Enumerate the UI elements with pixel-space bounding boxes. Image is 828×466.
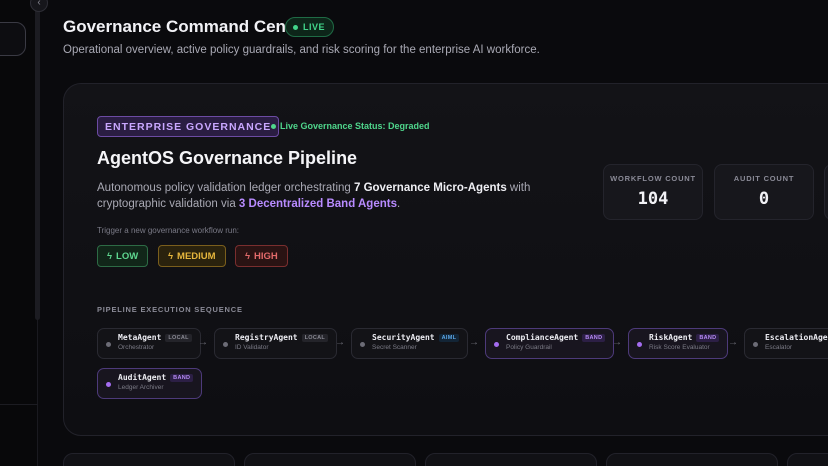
agent-name: EscalationAgent (765, 333, 828, 342)
agent-tag: LOCAL (165, 333, 192, 342)
agent-node-risk[interactable]: RiskAgent BAND Risk Score Evaluator (628, 328, 729, 359)
agent-name: RegistryAgent (235, 333, 298, 342)
agent-tag: LOCAL (301, 333, 329, 342)
arrow-right-icon: → (335, 337, 345, 348)
agent-status-dot-icon (223, 342, 228, 347)
trigger-label: Trigger a new governance workflow run: (97, 226, 239, 235)
agent-status-dot-icon (494, 342, 499, 347)
pipeline-title: AgentOS Governance Pipeline (97, 148, 358, 168)
agent-node-audit[interactable]: AuditAgent BAND Ledger Archiver (97, 368, 203, 399)
workflow-count-card: WORKFLOW COUNT 104 (603, 164, 703, 220)
sidebar-nav-item[interactable] (0, 22, 26, 56)
enterprise-governance-badge: ENTERPRISE GOVERNANCE (97, 116, 280, 137)
live-badge: LIVE (285, 17, 335, 37)
audit-count-card: AUDIT COUNT 0 (714, 164, 814, 220)
arrow-right-icon: → (198, 337, 208, 348)
arrow-right-icon: → (728, 337, 738, 348)
trigger-high-button[interactable]: ϟ HIGH (235, 245, 288, 267)
governance-status: Live Governance Status: Degraded (271, 121, 430, 131)
sequence-label: PIPELINE EXECUTION SEQUENCE (97, 305, 243, 314)
agent-status-dot-icon (106, 342, 111, 347)
agent-node-registry[interactable]: RegistryAgent LOCAL ID Validator (214, 328, 338, 359)
agent-name: RiskAgent (649, 333, 693, 342)
agent-role: Risk Score Evaluator (649, 344, 710, 351)
pipeline-description: Autonomous policy validation ledger orch… (97, 180, 537, 212)
live-badge-label: LIVE (303, 22, 326, 32)
summary-card (425, 453, 597, 466)
agent-node-escalation[interactable]: EscalationAgent Escalator (744, 328, 828, 359)
page-subtitle: Operational overview, active policy guar… (63, 44, 540, 56)
summary-card (787, 453, 828, 466)
bolt-icon: ϟ (245, 250, 251, 262)
live-dot-icon (293, 24, 298, 30)
arrow-right-icon: → (612, 337, 622, 348)
agent-node-security[interactable]: SecurityAgent AIML Secret Scanner (351, 328, 469, 359)
agent-name: SecurityAgent (372, 333, 435, 342)
audit-count-label: AUDIT COUNT (733, 174, 795, 183)
agent-status-dot-icon (360, 342, 365, 347)
agent-role: Orchestrator (118, 344, 155, 351)
summary-card (63, 453, 235, 466)
sidebar-divider (0, 404, 38, 405)
trigger-high-label: HIGH (254, 250, 278, 262)
agent-role: Secret Scanner (372, 344, 417, 351)
trigger-low-button[interactable]: ϟ LOW (97, 245, 149, 267)
bolt-icon: ϟ (168, 250, 174, 262)
status-dot-icon (271, 123, 276, 129)
summary-card (606, 453, 778, 466)
summary-card (244, 453, 416, 466)
trigger-medium-button[interactable]: ϟ MEDIUM (158, 245, 226, 267)
agent-tag: BAND (696, 333, 720, 342)
sidebar-resize-handle[interactable] (35, 0, 40, 320)
description-text: Autonomous policy validation ledger orch… (97, 182, 354, 194)
agent-name: ComplianceAgent (506, 333, 579, 342)
description-highlight-band: 3 Decentralized Band Agents (238, 198, 397, 210)
page-title: Governance Command Center (63, 17, 308, 36)
agent-node-meta[interactable]: MetaAgent LOCAL Orchestrator (97, 328, 201, 359)
governance-status-text: Live Governance Status: Degraded (280, 121, 430, 131)
arrow-right-icon: → (469, 337, 479, 348)
agent-name: MetaAgent (118, 333, 162, 342)
agent-tag: BAND (170, 373, 194, 382)
agent-node-compliance[interactable]: ComplianceAgent BAND Policy Guardrail (485, 328, 615, 359)
agent-role: Escalator (765, 344, 793, 351)
workflow-count-label: WORKFLOW COUNT (610, 174, 696, 183)
stat-card-partial (824, 164, 828, 220)
agent-tag: AIML (438, 333, 460, 342)
audit-count-value: 0 (758, 189, 770, 209)
description-highlight: 7 Governance Micro-Agents (353, 182, 507, 194)
trigger-low-label: LOW (116, 250, 139, 262)
agent-status-dot-icon (753, 342, 758, 347)
description-text: . (396, 198, 401, 210)
agent-role: Policy Guardrail (506, 344, 552, 351)
agent-tag: BAND (582, 333, 606, 342)
trigger-medium-label: MEDIUM (177, 250, 216, 262)
sidebar (0, 0, 38, 466)
bolt-icon: ϟ (107, 250, 113, 262)
workflow-count-value: 104 (637, 189, 669, 209)
chevron-left-icon[interactable]: ‹ (30, 0, 48, 12)
agent-status-dot-icon (637, 342, 642, 347)
agent-name: AuditAgent (118, 373, 167, 382)
agent-role: Ledger Archiver (118, 384, 164, 391)
agent-status-dot-icon (106, 382, 111, 387)
agent-role: ID Validator (235, 344, 269, 351)
